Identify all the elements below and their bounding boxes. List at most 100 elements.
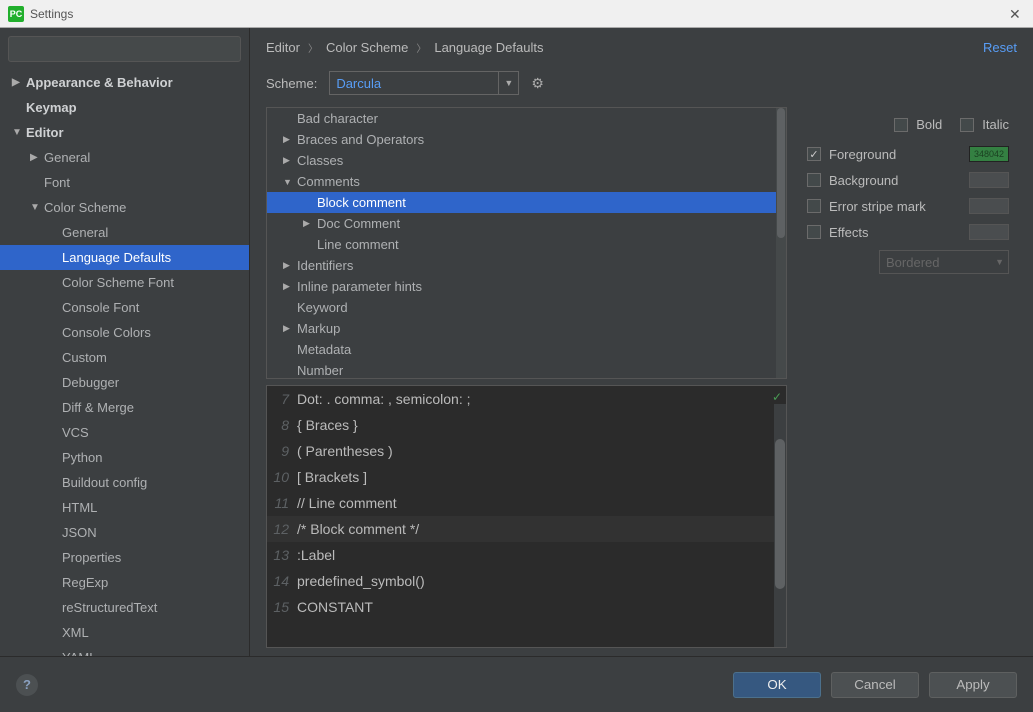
preview-box[interactable]: ✓ 7Dot: . comma: , semicolon: ; 8{ Brace… [266, 385, 787, 648]
preview-line-15[interactable]: CONSTANT [297, 594, 373, 620]
tree-keymap[interactable]: Keymap [0, 95, 249, 120]
preview-line-14[interactable]: predefined_symbol() [297, 568, 425, 594]
bold-label: Bold [916, 117, 942, 132]
breadcrumb: Editor 〉 Color Scheme 〉 Language Default… [250, 28, 1033, 67]
tree-cs-python[interactable]: Python [0, 445, 249, 470]
main: 🔍 ▶Appearance & Behavior Keymap ▼Editor … [0, 28, 1033, 656]
footer: ? OK Cancel Apply [0, 656, 1033, 712]
tree-cs-xml[interactable]: XML [0, 620, 249, 645]
foreground-swatch[interactable]: 348042 [969, 146, 1009, 162]
ok-button[interactable]: OK [733, 672, 821, 698]
attr-inline-hints[interactable]: ▶Inline parameter hints [267, 276, 786, 297]
chevron-right-icon: ▶ [283, 155, 297, 166]
scheme-row: Scheme: Darcula ▼ ⚙ [250, 67, 1033, 107]
italic-checkbox[interactable] [960, 118, 974, 132]
background-checkbox[interactable] [807, 173, 821, 187]
italic-label: Italic [982, 117, 1009, 132]
breadcrumb-editor[interactable]: Editor [266, 40, 300, 55]
chevron-down-icon: ▼ [498, 72, 518, 94]
search-input[interactable] [8, 36, 241, 62]
tree-cs-font[interactable]: Color Scheme Font [0, 270, 249, 295]
tree-cs-buildout[interactable]: Buildout config [0, 470, 249, 495]
effects-checkbox[interactable] [807, 225, 821, 239]
tree-appearance[interactable]: ▶Appearance & Behavior [0, 70, 249, 95]
attributes-panel: Bad character ▶Braces and Operators ▶Cla… [266, 107, 787, 648]
tree-editor[interactable]: ▼Editor [0, 120, 249, 145]
attr-braces[interactable]: ▶Braces and Operators [267, 129, 786, 150]
content-panel: Editor 〉 Color Scheme 〉 Language Default… [250, 28, 1033, 656]
tree-cs-console-colors[interactable]: Console Colors [0, 320, 249, 345]
help-icon[interactable]: ? [16, 674, 38, 696]
effects-label: Effects [829, 225, 961, 240]
chevron-right-icon: ▶ [303, 218, 317, 229]
attr-classes[interactable]: ▶Classes [267, 150, 786, 171]
chevron-right-icon: ▶ [30, 152, 44, 163]
apply-button[interactable]: Apply [929, 672, 1017, 698]
breadcrumb-colorscheme[interactable]: Color Scheme [326, 40, 408, 55]
chevron-right-icon: ▶ [283, 134, 297, 145]
breadcrumb-current: Language Defaults [434, 40, 543, 55]
attr-comments[interactable]: ▼Comments [267, 171, 786, 192]
tree-cs-language-defaults[interactable]: Language Defaults [0, 245, 249, 270]
tree-cs-properties[interactable]: Properties [0, 545, 249, 570]
tree-cs-vcs[interactable]: VCS [0, 420, 249, 445]
close-icon[interactable]: ✕ [1009, 6, 1025, 22]
preview-line-11[interactable]: // Line comment [297, 490, 397, 516]
preview-line-8[interactable]: { Braces } [297, 412, 358, 438]
reset-link[interactable]: Reset [983, 40, 1017, 55]
errorstripe-label: Error stripe mark [829, 199, 961, 214]
tree-colorscheme[interactable]: ▼Color Scheme [0, 195, 249, 220]
attr-block-comment[interactable]: Block comment [267, 192, 786, 213]
attr-keyword[interactable]: Keyword [267, 297, 786, 318]
chevron-down-icon: ▼ [995, 257, 1004, 267]
attribute-tree[interactable]: Bad character ▶Braces and Operators ▶Cla… [266, 107, 787, 379]
errorstripe-swatch[interactable] [969, 198, 1009, 214]
cancel-button[interactable]: Cancel [831, 672, 919, 698]
preview-line-7[interactable]: Dot: . comma: , semicolon: ; [297, 386, 471, 412]
properties-panel: Bold Italic Foreground348042 Background … [787, 107, 1017, 648]
tree-cs-json[interactable]: JSON [0, 520, 249, 545]
scheme-label: Scheme: [266, 76, 317, 91]
attr-number[interactable]: Number [267, 360, 786, 379]
tree-cs-debugger[interactable]: Debugger [0, 370, 249, 395]
tree-cs-custom[interactable]: Custom [0, 345, 249, 370]
chevron-right-icon: ▶ [283, 281, 297, 292]
settings-tree[interactable]: ▶Appearance & Behavior Keymap ▼Editor ▶G… [0, 70, 249, 656]
errorstripe-checkbox[interactable] [807, 199, 821, 213]
scrollbar[interactable] [776, 108, 786, 378]
chevron-down-icon: ▼ [30, 202, 44, 213]
scheme-select[interactable]: Darcula ▼ [329, 71, 519, 95]
foreground-checkbox[interactable] [807, 147, 821, 161]
attr-line-comment[interactable]: Line comment [267, 234, 786, 255]
tree-cs-regexp[interactable]: RegExp [0, 570, 249, 595]
preview-line-9[interactable]: ( Parentheses ) [297, 438, 393, 464]
chevron-right-icon: ▶ [12, 77, 26, 88]
effects-swatch[interactable] [969, 224, 1009, 240]
titlebar: PC Settings ✕ [0, 0, 1033, 28]
preview-line-10[interactable]: [ Brackets ] [297, 464, 367, 490]
scrollbar[interactable] [774, 404, 786, 647]
tree-cs-general[interactable]: General [0, 220, 249, 245]
tree-cs-rst[interactable]: reStructuredText [0, 595, 249, 620]
tree-cs-console-font[interactable]: Console Font [0, 295, 249, 320]
tree-cs-html[interactable]: HTML [0, 495, 249, 520]
effect-type-select[interactable]: Bordered▼ [879, 250, 1009, 274]
attr-bad-character[interactable]: Bad character [267, 108, 786, 129]
tree-cs-diff[interactable]: Diff & Merge [0, 395, 249, 420]
preview-line-12[interactable]: /* Block comment */ [297, 516, 419, 542]
chevron-down-icon: ▼ [12, 127, 26, 138]
bold-checkbox[interactable] [894, 118, 908, 132]
tree-font[interactable]: Font [0, 170, 249, 195]
tree-general[interactable]: ▶General [0, 145, 249, 170]
attr-markup[interactable]: ▶Markup [267, 318, 786, 339]
attr-doc-comment[interactable]: ▶Doc Comment [267, 213, 786, 234]
gear-icon[interactable]: ⚙ [531, 75, 544, 92]
chevron-right-icon: 〉 [416, 40, 426, 55]
tree-cs-yaml[interactable]: YAML [0, 645, 249, 656]
background-swatch[interactable] [969, 172, 1009, 188]
attr-identifiers[interactable]: ▶Identifiers [267, 255, 786, 276]
chevron-down-icon: ▼ [283, 177, 297, 187]
preview-line-13[interactable]: :Label [297, 542, 335, 568]
window-title: Settings [30, 7, 1009, 21]
attr-metadata[interactable]: Metadata [267, 339, 786, 360]
